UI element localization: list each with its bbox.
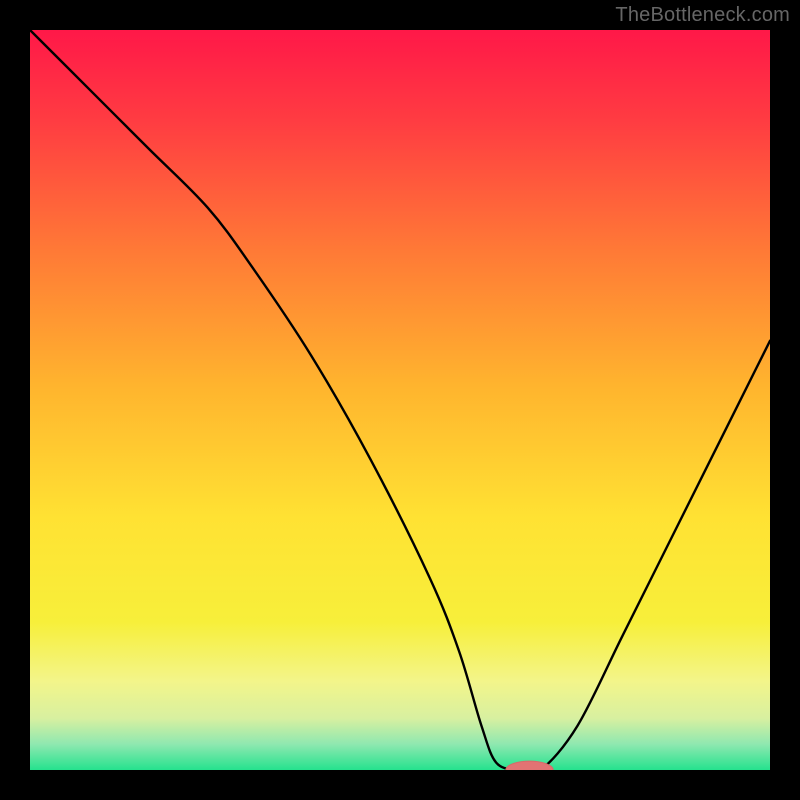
watermark-text: TheBottleneck.com (615, 4, 790, 27)
chart-svg (30, 30, 770, 770)
chart-frame: TheBottleneck.com (0, 0, 800, 800)
plot-area (30, 30, 770, 770)
